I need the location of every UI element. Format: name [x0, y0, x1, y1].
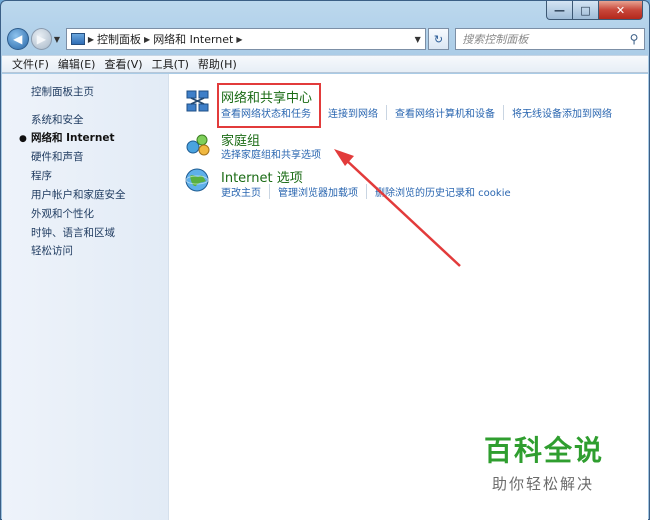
forward-button[interactable]: ▶: [30, 28, 53, 50]
link-delete-history[interactable]: 删除浏览的历史记录和 cookie: [375, 184, 519, 199]
link-connect-network[interactable]: 连接到网络: [328, 105, 387, 120]
link-homegroup-sharing-options[interactable]: 选择家庭组和共享选项: [221, 146, 329, 161]
menu-help[interactable]: 帮助(H): [198, 56, 237, 72]
annotation-highlight-box: [217, 83, 321, 128]
breadcrumb-network-internet[interactable]: 网络和 Internet: [153, 31, 233, 47]
search-icon[interactable]: ⚲: [624, 32, 644, 46]
search-input[interactable]: 搜索控制面板 ⚲: [455, 28, 645, 50]
active-bullet-icon: ●: [19, 134, 27, 144]
link-add-wireless-device[interactable]: 将无线设备添加到网络: [512, 105, 620, 120]
navigation-row: ◀ ▶ ▼ ▶ 控制面板 ▶ 网络和 Internet ▶ ▼ ↻ 搜索控制面板…: [7, 25, 645, 53]
refresh-icon: ↻: [433, 32, 444, 46]
sidebar-item-ease-of-access[interactable]: 轻松访问: [31, 243, 73, 258]
recent-pages-dropdown[interactable]: ▼: [52, 35, 62, 44]
link-view-network-computers[interactable]: 查看网络计算机和设备: [395, 105, 504, 120]
watermark-subtitle: 助你轻松解决: [492, 475, 595, 493]
menu-edit[interactable]: 编辑(E): [58, 56, 96, 72]
control-panel-icon: [70, 33, 85, 45]
search-placeholder: 搜索控制面板: [462, 33, 529, 46]
breadcrumb-control-panel[interactable]: 控制面板: [97, 31, 141, 47]
back-arrow-icon: ◀: [13, 32, 23, 46]
address-bar[interactable]: ▶ 控制面板 ▶ 网络和 Internet ▶ ▼: [65, 28, 426, 50]
watermark-title: 百科全说: [484, 434, 605, 467]
minimize-button[interactable]: —: [546, 1, 573, 20]
category-links: 选择家庭组和共享选项: [221, 146, 337, 161]
internet-globe-icon: [185, 168, 209, 192]
network-center-icon: [186, 90, 209, 112]
sidebar-item-hardware-sound[interactable]: 硬件和声音: [31, 149, 84, 164]
link-change-home-page[interactable]: 更改主页: [221, 184, 270, 199]
content-area: 控制面板主页 系统和安全 ● 网络和 Internet 硬件和声音 程序 用户帐…: [2, 74, 648, 520]
maximize-button[interactable]: □: [573, 1, 599, 20]
watermark: 百科全说 助你轻松解决: [484, 429, 614, 494]
sidebar-item-user-accounts[interactable]: 用户帐户和家庭安全: [31, 187, 126, 202]
menu-tools[interactable]: 工具(T): [152, 56, 189, 72]
sidebar-item-network-internet: 网络和 Internet: [31, 132, 115, 144]
address-dropdown-icon[interactable]: ▼: [411, 35, 425, 44]
menu-view[interactable]: 查看(V): [104, 56, 142, 72]
sidebar-item-programs[interactable]: 程序: [31, 168, 52, 183]
window-frame: — □ ✕ ◀ ▶ ▼ ▶ 控制面板 ▶ 网络和 Internet ▶ ▼ ↻ …: [0, 0, 650, 520]
menu-file[interactable]: 文件(F): [12, 56, 49, 72]
refresh-button[interactable]: ↻: [427, 28, 450, 50]
sidebar-item-system-security[interactable]: 系统和安全: [31, 112, 84, 127]
caption-buttons: — □ ✕: [546, 1, 643, 20]
sidebar-item-appearance[interactable]: 外观和个性化: [31, 206, 94, 221]
breadcrumb-separator[interactable]: ▶: [236, 35, 242, 44]
sidebar: 控制面板主页 系统和安全 ● 网络和 Internet 硬件和声音 程序 用户帐…: [2, 74, 169, 520]
breadcrumb-separator[interactable]: ▶: [144, 35, 150, 44]
back-button[interactable]: ◀: [7, 28, 29, 50]
homegroup-icon: [186, 134, 210, 156]
sidebar-item-clock-language[interactable]: 时钟、语言和区域: [31, 225, 115, 240]
breadcrumb-separator[interactable]: ▶: [88, 35, 94, 44]
forward-arrow-icon: ▶: [36, 32, 46, 46]
sidebar-item-home[interactable]: 控制面板主页: [31, 84, 94, 99]
menu-bar: 文件(F) 编辑(E) 查看(V) 工具(T) 帮助(H): [2, 55, 648, 73]
close-button[interactable]: ✕: [599, 1, 643, 20]
category-links: 更改主页 管理浏览器加载项 删除浏览的历史记录和 cookie: [221, 184, 527, 199]
link-manage-addons[interactable]: 管理浏览器加载项: [278, 184, 367, 199]
